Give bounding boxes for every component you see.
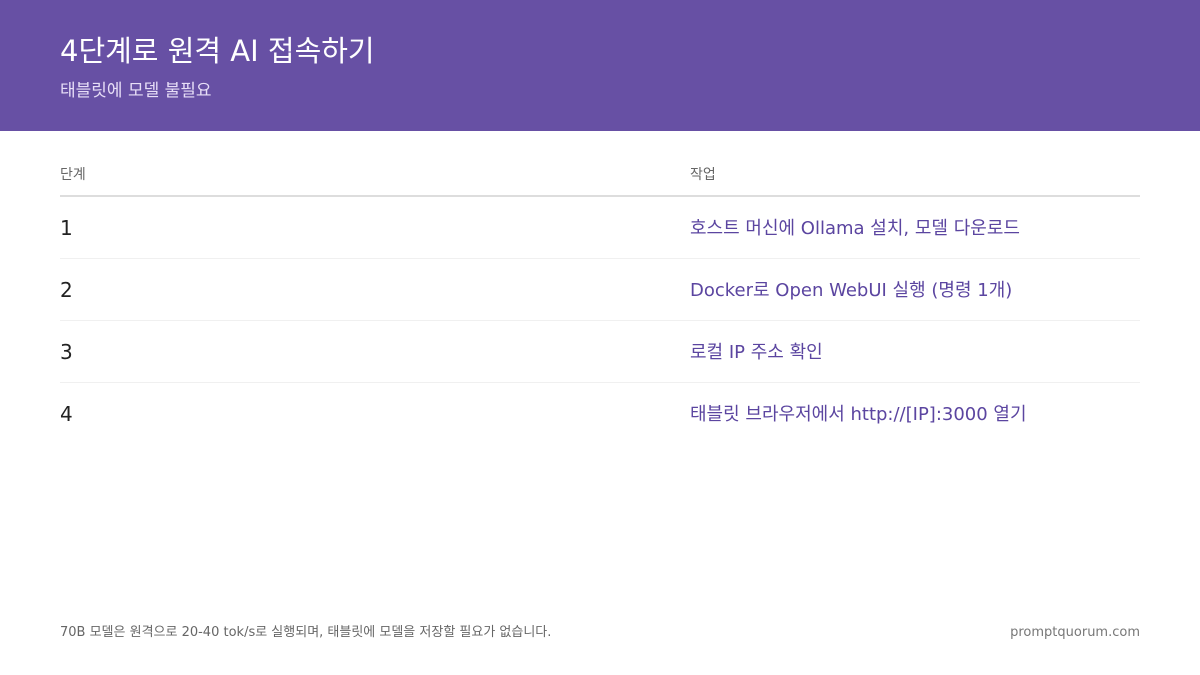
site-link[interactable]: promptquorum.com	[1010, 624, 1140, 642]
column-header-task: 작업	[690, 167, 716, 183]
task-text: 태블릿 브라우저에서 http://[IP]:3000 열기	[690, 404, 1027, 425]
step-number: 3	[60, 340, 73, 364]
steps-table: 단계 작업 1 호스트 머신에 Ollama 설치, 모델 다운로드 2 Doc…	[60, 155, 1140, 444]
step-number: 2	[60, 278, 73, 302]
table-row: 3 로컬 IP 주소 확인	[60, 321, 1140, 383]
column-header-step: 단계	[60, 167, 86, 183]
task-text: 호스트 머신에 Ollama 설치, 모델 다운로드	[690, 218, 1020, 239]
table-header: 단계 작업	[60, 155, 1140, 197]
page-title: 4단계로 원격 AI 접속하기	[60, 34, 375, 68]
task-text: Docker로 Open WebUI 실행 (명령 1개)	[690, 280, 1013, 301]
footnote: 70B 모델은 원격으로 20-40 tok/s로 실행되며, 태블릿에 모델을…	[60, 625, 552, 640]
header-banner: 4단계로 원격 AI 접속하기 태블릿에 모델 불필요	[0, 0, 1200, 131]
table-row: 1 호스트 머신에 Ollama 설치, 모델 다운로드	[60, 197, 1140, 259]
step-number: 4	[60, 402, 73, 426]
table-row: 2 Docker로 Open WebUI 실행 (명령 1개)	[60, 259, 1140, 321]
step-number: 1	[60, 216, 73, 240]
task-text: 로컬 IP 주소 확인	[690, 342, 823, 363]
table-row: 4 태블릿 브라우저에서 http://[IP]:3000 열기	[60, 383, 1140, 444]
page-subtitle: 태블릿에 모델 불필요	[60, 81, 212, 101]
